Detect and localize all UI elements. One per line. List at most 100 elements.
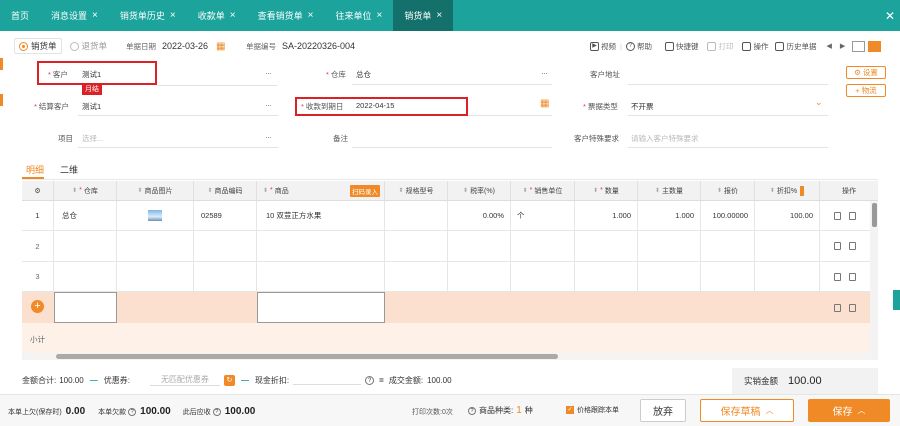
col-warehouse[interactable]: ⬍ * 仓库 [54,181,117,201]
checkbox-checked-icon[interactable]: ✓ [566,406,574,414]
copy-icon[interactable] [849,303,856,312]
col-tax[interactable]: ⬍ 税率(%) [448,181,511,201]
horizontal-scroll-thumb[interactable] [56,354,558,359]
cell-mainqty[interactable]: 1.000 [638,201,701,231]
address-field[interactable] [628,84,828,85]
cell-discount[interactable] [755,262,820,292]
chevron-up-icon[interactable]: ︿ [858,405,866,416]
tab-sales-history[interactable]: 销货单历史 × [109,0,187,31]
ops-button[interactable]: 操作 [742,41,768,52]
settle-field[interactable]: 测试1 [82,101,101,112]
invoice-select[interactable]: 不开票 [631,101,654,112]
cell-product[interactable] [257,262,385,292]
card-view-icon[interactable] [868,40,882,52]
more-icon[interactable]: ··· [265,132,272,142]
cell-tax[interactable] [448,262,511,292]
delete-icon[interactable] [834,211,841,220]
tab-message-settings[interactable]: 消息设置 × [40,0,109,31]
close-icon[interactable]: × [170,10,176,21]
cell-code[interactable]: 02589 [194,201,257,231]
cell-discount[interactable]: 100.00 [755,201,820,231]
logistics-button[interactable]: + 物流 [846,84,886,97]
help-icon[interactable]: ? [468,406,476,415]
cell-product[interactable]: 10 双荳正方水果 [257,201,385,231]
product-thumbnail[interactable] [148,210,162,221]
cell-unit[interactable] [511,262,575,292]
close-icon[interactable]: × [92,10,98,21]
side-tab[interactable] [893,290,900,310]
col-product[interactable]: ⬍ * 商品 扫码录入 [257,181,385,201]
cell-qty[interactable]: 1.000 [575,201,638,231]
col-code[interactable]: ⬍ 商品编码 [194,181,257,201]
tab-view-sales[interactable]: 查看销货单 × [247,0,325,31]
cell-qty[interactable] [575,231,638,262]
calendar-icon[interactable]: ▦ [216,41,225,52]
customer-field[interactable]: 测试1 [82,69,101,80]
tab-home[interactable]: 首页 [0,0,40,31]
remark-field[interactable] [352,147,552,148]
more-icon[interactable]: ··· [265,100,272,110]
cell-spec[interactable] [385,231,448,262]
tab-twodim[interactable]: 二维 [60,163,78,176]
col-spec[interactable]: ⬍ 规格型号 [385,181,448,201]
close-icon[interactable]: × [436,10,442,21]
col-mainqty[interactable]: ⬍ 主数量 [638,181,701,201]
cell-warehouse[interactable] [54,231,117,262]
col-discount[interactable]: ⬍ 折扣% [755,181,820,201]
new-warehouse-input[interactable] [54,292,117,323]
help-button[interactable]: ? 帮助 [625,41,652,52]
radio-sales[interactable]: 销货单 [14,38,62,54]
cash-discount-input[interactable] [293,375,362,385]
col-qty[interactable]: ⬍ * 数量 [575,181,638,201]
close-icon[interactable]: × [308,10,314,21]
more-icon[interactable]: ··· [265,68,272,78]
cell-unit[interactable] [511,231,575,262]
vertical-scroll-thumb[interactable] [872,203,877,227]
delete-icon[interactable] [834,272,841,281]
scan-entry-button[interactable]: 扫码录入 [350,184,380,197]
resize-handle[interactable] [800,185,805,196]
help-icon[interactable]: ? [128,407,137,416]
cell-image[interactable] [117,262,194,292]
cell-product[interactable] [257,231,385,262]
tab-detail[interactable]: 明细 [26,163,44,176]
cell-unit[interactable]: 个 [511,201,575,231]
video-button[interactable]: ▶ 视频 [590,41,616,52]
calendar-icon[interactable]: ▦ [540,98,549,109]
cell-spec[interactable] [385,201,448,231]
cell-price[interactable]: 100.00000 [701,201,755,231]
discard-button[interactable]: 放弃 [640,399,686,422]
chevron-down-icon[interactable]: ⌄ [815,97,823,108]
shortcut-button[interactable]: 快捷键 [664,41,698,52]
new-product-input[interactable] [257,292,385,323]
close-icon[interactable]: × [376,10,382,21]
col-price[interactable]: ⬍ 报价 [701,181,755,201]
add-row-icon[interactable]: + [31,300,44,313]
cell-image[interactable] [117,201,194,231]
more-icon[interactable]: ··· [541,68,548,78]
history-button[interactable]: 历史单据 [775,41,816,52]
prev-icon[interactable]: ◀ [826,42,831,50]
coupon-refresh-icon[interactable]: ↻ [223,374,235,386]
close-icon[interactable]: × [230,10,236,21]
radio-return[interactable]: 退货单 [69,40,107,52]
tab-sales-order[interactable]: 销货单 × [393,0,454,31]
cell-spec[interactable] [385,262,448,292]
close-all-icon[interactable]: ✕ [880,0,900,31]
cell-mainqty[interactable] [638,262,701,292]
warehouse-field[interactable]: 总仓 [356,69,371,80]
cell-tax[interactable] [448,231,511,262]
cell-mainqty[interactable] [638,231,701,262]
delete-icon[interactable] [834,242,841,250]
delete-icon[interactable] [834,303,841,312]
coupon-select[interactable]: 无匹配优惠券 [149,374,220,386]
due-date-field[interactable]: 2022-04-15 [356,101,394,110]
column-settings-icon[interactable]: ⚙ [22,181,54,201]
copy-icon[interactable] [849,242,856,250]
cell-price[interactable] [701,231,755,262]
col-image[interactable]: ⬍ 商品图片 [117,181,194,201]
cell-price[interactable] [701,262,755,292]
help-icon[interactable]: ? [365,375,375,385]
cell-tax[interactable]: 0.00% [448,201,511,231]
project-field[interactable]: 选择... [82,133,103,144]
